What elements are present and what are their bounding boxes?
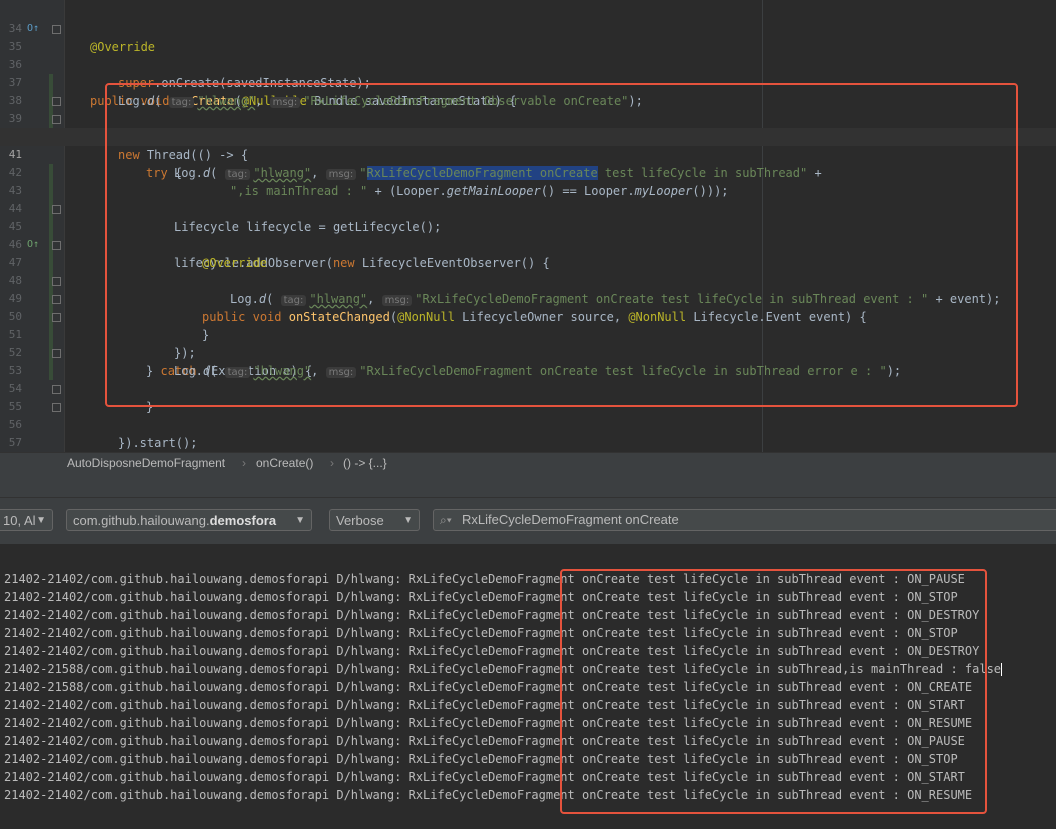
breadcrumb-item-lambda[interactable]: () -> {...} (343, 453, 387, 473)
log-pid: 21402-21402 (4, 590, 84, 604)
log-prefix: /com.github.hailouwang.demosforapi D/hlw… (83, 716, 582, 730)
code-line[interactable]: 37 Log.d( tag: "hlwang", msg: "RxLifeCycle… (0, 56, 1056, 108)
dropdown-arrow-icon: ▼ (295, 515, 305, 526)
fold-toggle-icon[interactable] (52, 97, 61, 106)
log-pid: 21402-21402 (4, 734, 84, 748)
log-prefix: /com.github.hailouwang.demosforapi D/hlw… (83, 788, 582, 802)
fold-toggle-icon[interactable] (52, 295, 61, 304)
breadcrumb: AutoDisposneDemoFragment › onCreate() › … (0, 452, 1056, 473)
text-cursor (1001, 663, 1003, 676)
device-selector[interactable]: 10, Al ▼ (0, 509, 53, 531)
search-icon[interactable]: ⌕▾ (440, 510, 452, 530)
log-prefix: /com.github.hailouwang.demosforapi D/hlw… (83, 608, 582, 622)
implements-method-icon[interactable]: O↑ (27, 239, 39, 251)
log-pid: 21402-21402 (4, 770, 84, 784)
log-prefix: /com.github.hailouwang.demosforapi D/hlw… (83, 590, 582, 604)
log-pid: 21402-21402 (4, 698, 84, 712)
log-prefix: /com.github.hailouwang.demosforapi D/hlw… (83, 698, 582, 712)
log-filter-value: RxLifeCycleDemoFragment onCreate (462, 512, 679, 527)
breadcrumb-item-class[interactable]: AutoDisposneDemoFragment (67, 453, 225, 473)
log-prefix: /com.github.hailouwang.demosforapi D/hlw… (83, 770, 582, 784)
log-prefix: /com.github.hailouwang.demosforapi D/hlw… (83, 644, 582, 658)
code-editor[interactable]: 34 @Override 35 O↑ public void onCreate(… (0, 0, 1056, 452)
logcat-header-bar (0, 473, 1056, 498)
breadcrumb-item-method[interactable]: onCreate() (256, 453, 313, 473)
code-line[interactable]: 34 @Override (0, 2, 1056, 54)
log-pid: 21402-21402 (4, 644, 84, 658)
log-prefix: /com.github.hailouwang.demosforapi D/hlw… (83, 680, 582, 694)
dropdown-arrow-icon: ▼ (403, 515, 413, 526)
log-prefix: /com.github.hailouwang.demosforapi D/hlw… (83, 572, 582, 586)
log-pid: 21402-21402 (4, 752, 84, 766)
log-pid: 21402-21402 (4, 572, 84, 586)
log-prefix: /com.github.hailouwang.demosforapi D/hlw… (83, 626, 582, 640)
fold-toggle-icon[interactable] (52, 277, 61, 286)
overrides-method-icon[interactable]: O↑ (27, 23, 39, 35)
process-selector-value: com.github.hailouwang. (73, 513, 210, 528)
highlight-box-code (105, 83, 1018, 407)
fold-toggle-icon[interactable] (52, 115, 61, 124)
log-level-value: Verbose (336, 513, 384, 528)
log-pid: 21402-21402 (4, 716, 84, 730)
log-prefix: /com.github.hailouwang.demosforapi D/hlw… (83, 662, 582, 676)
fold-toggle-icon[interactable] (52, 403, 61, 412)
log-pid: 21402-21402 (4, 788, 84, 802)
code-line[interactable]: 36 super.onCreate(savedInstanceState); (0, 38, 1056, 90)
log-pid: 21402-21588 (4, 662, 84, 676)
log-pid: 21402-21402 (4, 608, 84, 622)
log-filter-input[interactable]: ⌕▾ RxLifeCycleDemoFragment onCreate (433, 509, 1056, 531)
log-pid: 21402-21588 (4, 680, 84, 694)
process-selector-value-bold: demosfora (209, 513, 277, 528)
device-selector-value: 10, Al (3, 513, 36, 528)
log-prefix: /com.github.hailouwang.demosforapi D/hlw… (83, 734, 582, 748)
chevron-right-icon: › (242, 456, 246, 470)
fold-toggle-icon[interactable] (52, 385, 61, 394)
fold-toggle-icon[interactable] (52, 25, 61, 34)
log-level-selector[interactable]: Verbose ▼ (329, 509, 420, 531)
dropdown-arrow-icon: ▼ (36, 515, 46, 526)
chevron-right-icon: › (330, 456, 334, 470)
fold-toggle-icon[interactable] (52, 205, 61, 214)
code-line[interactable]: 58 @Nullable (0, 434, 1056, 452)
fold-toggle-icon[interactable] (52, 349, 61, 358)
process-selector[interactable]: com.github.hailouwang.demosfora ▼ (66, 509, 312, 531)
highlight-box-log (560, 569, 987, 814)
code-line[interactable]: 35 O↑ public void onCreate(@Nullable Bun… (0, 20, 1056, 108)
fold-toggle-icon[interactable] (52, 313, 61, 322)
fold-toggle-icon[interactable] (52, 241, 61, 250)
log-pid: 21402-21402 (4, 626, 84, 640)
logcat-toolbar: 10, Al ▼ com.github.hailouwang.demosfora… (0, 498, 1056, 544)
log-prefix: /com.github.hailouwang.demosforapi D/hlw… (83, 752, 582, 766)
code-line[interactable]: 57 (0, 416, 1056, 449)
